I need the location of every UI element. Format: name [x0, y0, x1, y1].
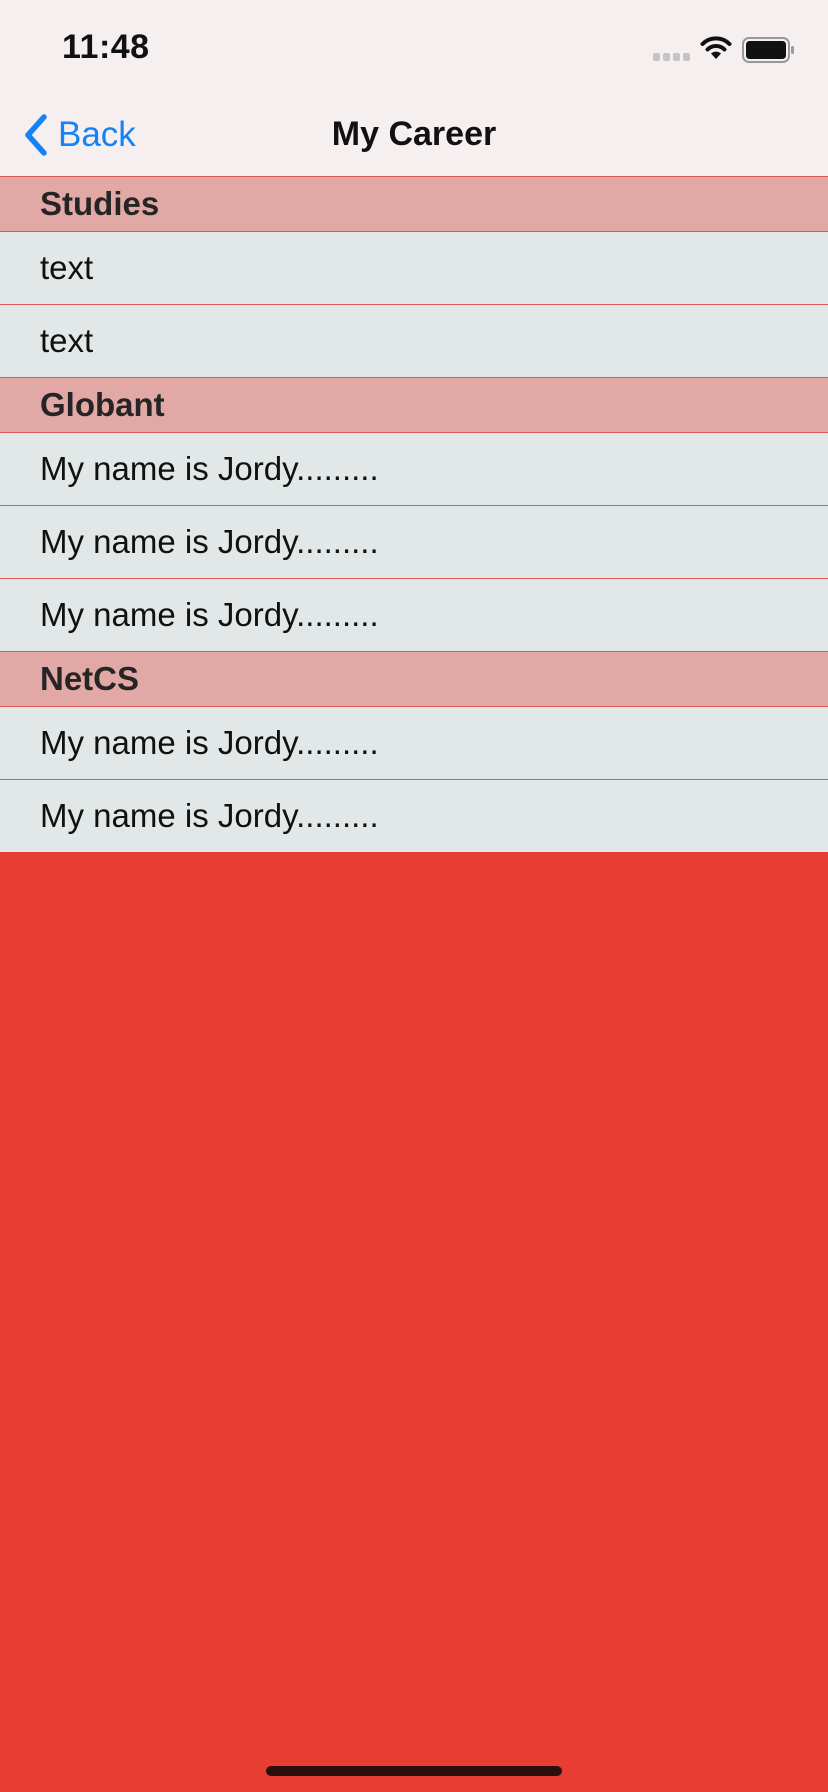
navigation-bar: Back My Career: [0, 96, 828, 176]
table-row[interactable]: text: [0, 232, 828, 305]
status-time: 11:48: [62, 28, 150, 66]
section-header-studies: Studies: [0, 177, 828, 232]
wifi-icon: [700, 36, 732, 59]
section-header-netcs: NetCS: [0, 652, 828, 707]
table-row[interactable]: My name is Jordy.........: [0, 506, 828, 579]
table-row[interactable]: My name is Jordy.........: [0, 579, 828, 652]
battery-icon: [742, 37, 794, 63]
table-row[interactable]: My name is Jordy.........: [0, 433, 828, 506]
home-indicator: [266, 1766, 562, 1776]
status-bar: 11:48: [0, 0, 828, 96]
page-title: My Career: [331, 115, 497, 153]
signal-dots-icon: [653, 53, 690, 61]
top-bar-area: 11:48 Back My Career: [0, 0, 828, 177]
table-row[interactable]: My name is Jordy.........: [0, 707, 828, 780]
table-row[interactable]: text: [0, 305, 828, 378]
table-row[interactable]: My name is Jordy.........: [0, 780, 828, 852]
career-table: Studies text text Globant My name is Jor…: [0, 177, 828, 852]
section-header-globant: Globant: [0, 378, 828, 433]
